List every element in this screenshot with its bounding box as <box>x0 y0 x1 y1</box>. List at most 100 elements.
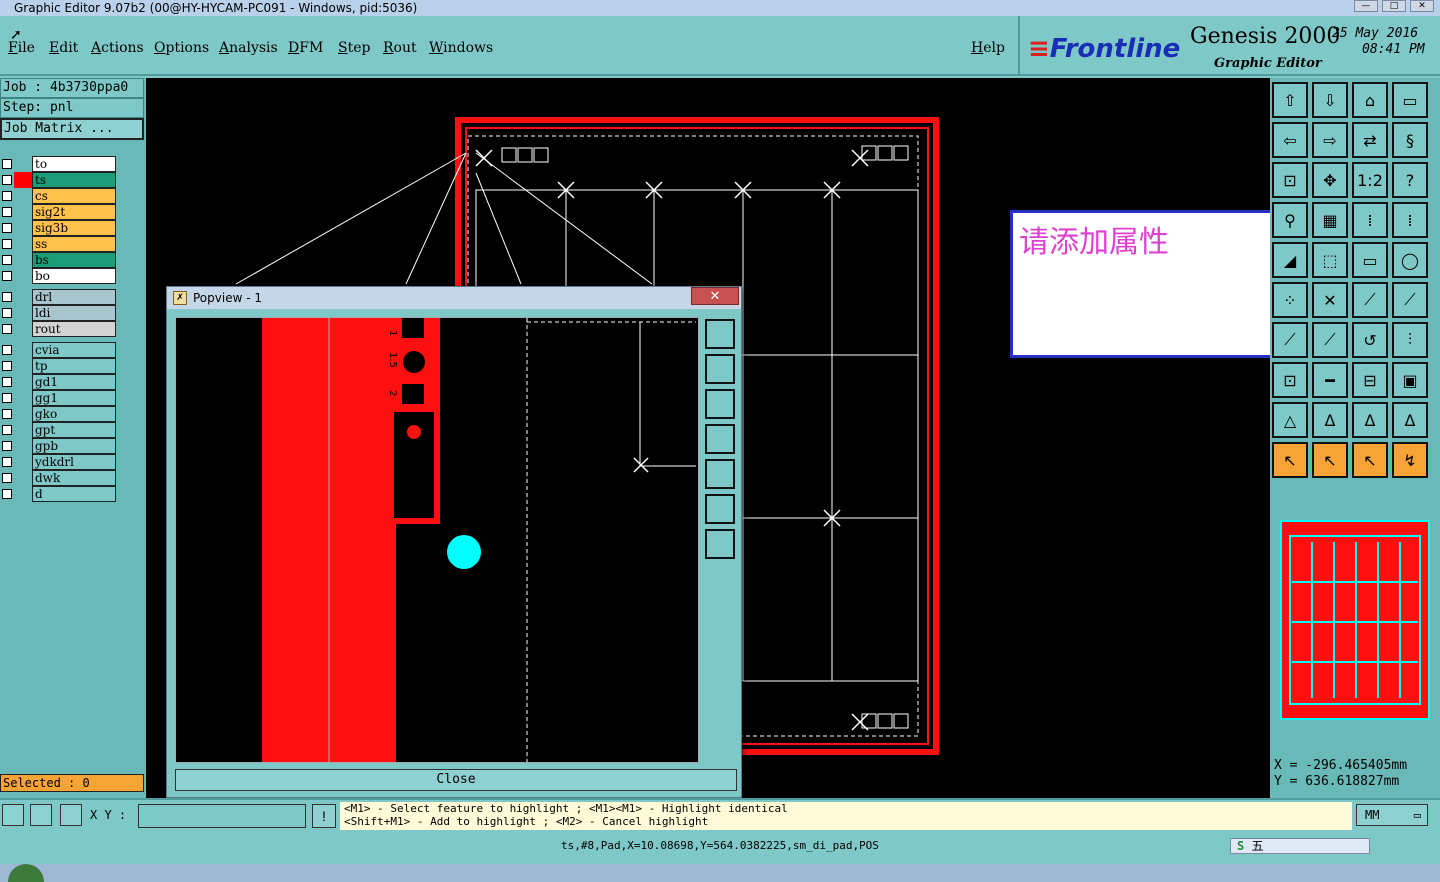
layer-color-box[interactable] <box>14 305 32 321</box>
layer-row-gko[interactable]: gko <box>0 406 118 422</box>
ff-icon[interactable]: ⫶ <box>1392 322 1428 358</box>
layer-checkbox[interactable] <box>2 377 12 387</box>
pop-zoom-out-icon[interactable] <box>705 494 735 524</box>
pointer-icon[interactable]: ↖ <box>1272 442 1308 478</box>
pan-left-icon[interactable]: ⇦ <box>1272 122 1308 158</box>
layer-color-box[interactable] <box>14 390 32 406</box>
minus-icon[interactable]: ━ <box>1312 362 1348 398</box>
layer-name[interactable]: tp <box>32 358 116 374</box>
layer-color-box[interactable] <box>14 358 32 374</box>
layer-name[interactable]: gg1 <box>32 390 116 406</box>
layer-row-gpb[interactable]: gpb <box>0 438 118 454</box>
layer-checkbox[interactable] <box>2 361 12 371</box>
xy-input[interactable] <box>138 804 306 828</box>
layer-color-box[interactable] <box>14 438 32 454</box>
pop-pan-left-icon[interactable] <box>705 424 735 454</box>
swap-icon[interactable]: ⇄ <box>1352 122 1388 158</box>
layer-color-box[interactable] <box>14 204 32 220</box>
triangle-icon[interactable]: Δ <box>1312 402 1348 438</box>
layer-color-box[interactable] <box>14 470 32 486</box>
layer-color-box[interactable] <box>14 172 32 188</box>
node-icon[interactable]: ⊡ <box>1272 362 1308 398</box>
start-button[interactable] <box>8 864 44 882</box>
layer-checkbox[interactable] <box>2 207 12 217</box>
select-box-icon[interactable]: ⬚ <box>1312 242 1348 278</box>
layer-name[interactable]: gpt <box>32 422 116 438</box>
layer-checkbox[interactable] <box>2 191 12 201</box>
layer-color-box[interactable] <box>14 252 32 268</box>
menu-analysis[interactable]: Analysis <box>219 40 278 56</box>
layer-row-gpt[interactable]: gpt <box>0 422 118 438</box>
menu-help[interactable]: Help <box>971 40 1005 56</box>
layer-checkbox[interactable] <box>2 324 12 334</box>
layer-name[interactable]: ss <box>32 236 116 252</box>
layer-color-box[interactable] <box>14 454 32 470</box>
squares-icon[interactable]: ▣ <box>1392 362 1428 398</box>
layer-row-ts[interactable]: ts <box>0 172 118 188</box>
layer-row-bo[interactable]: bo <box>0 268 118 284</box>
measure-icon[interactable] <box>30 804 52 826</box>
ime-toolbar[interactable]: S 五 <box>1230 838 1370 854</box>
layer-checkbox[interactable] <box>2 473 12 483</box>
layer-name[interactable]: gko <box>32 406 116 422</box>
layer-color-box[interactable] <box>14 422 32 438</box>
layer-checkbox[interactable] <box>2 489 12 499</box>
pop-zoom-in-icon[interactable] <box>705 529 735 559</box>
layer-checkbox[interactable] <box>2 441 12 451</box>
layer-color-box[interactable] <box>14 188 32 204</box>
snap-icon[interactable] <box>2 804 24 826</box>
layer-name[interactable]: cvia <box>32 342 116 358</box>
pointer-select-icon[interactable]: ↖ <box>1312 442 1348 478</box>
cross-icon[interactable]: ✕ <box>1312 282 1348 318</box>
layer-name[interactable]: bs <box>32 252 116 268</box>
menu-options[interactable]: Options <box>154 40 209 56</box>
menu-file[interactable]: File <box>8 40 35 56</box>
line-add-icon[interactable]: ⟋ <box>1272 322 1308 358</box>
layer-color-box[interactable] <box>14 220 32 236</box>
line-icon[interactable]: ⟋ <box>1312 322 1348 358</box>
layer-name[interactable]: cs <box>32 188 116 204</box>
layer-row-ss[interactable]: ss <box>0 236 118 252</box>
a-up-icon[interactable]: Δ <box>1392 402 1428 438</box>
s-shape-icon[interactable]: § <box>1392 122 1428 158</box>
pop-pan-right-icon[interactable] <box>705 459 735 489</box>
layer-color-box[interactable] <box>14 374 32 390</box>
panel-thumbnail[interactable] <box>1280 520 1430 720</box>
layer-name[interactable]: rout <box>32 321 116 337</box>
layer-row-gg1[interactable]: gg1 <box>0 390 118 406</box>
menu-dfm[interactable]: DFM <box>288 40 323 56</box>
pan-right-icon[interactable]: ⇨ <box>1312 122 1348 158</box>
layer-row-gd1[interactable]: gd1 <box>0 374 118 390</box>
drill-icon[interactable]: ⚲ <box>1272 202 1308 238</box>
layer-checkbox[interactable] <box>2 457 12 467</box>
layer-checkbox[interactable] <box>2 239 12 249</box>
layer-name[interactable]: sig3b <box>32 220 116 236</box>
menu-edit[interactable]: Edit <box>49 40 78 56</box>
layer-name[interactable]: gpb <box>32 438 116 454</box>
layer-name[interactable]: to <box>32 156 116 172</box>
menu-actions[interactable]: Actions <box>91 40 144 56</box>
layer-name[interactable]: bo <box>32 268 116 284</box>
layer-checkbox[interactable] <box>2 345 12 355</box>
layer-row-drl[interactable]: drl <box>0 289 118 305</box>
window-icon[interactable]: ▭ <box>1392 82 1428 118</box>
snap-point-icon[interactable]: ⁘ <box>1272 282 1308 318</box>
home-icon[interactable]: ⌂ <box>1352 82 1388 118</box>
layer-color-box[interactable] <box>14 236 32 252</box>
layer-link-icon[interactable]: ⁞ <box>1392 202 1428 238</box>
layer-color-box[interactable] <box>14 289 32 305</box>
layer-name[interactable]: ldi <box>32 305 116 321</box>
layer-checkbox[interactable] <box>2 292 12 302</box>
layer-row-to[interactable]: to <box>0 156 118 172</box>
frame-icon[interactable]: ⊟ <box>1352 362 1388 398</box>
layer-name[interactable]: dwk <box>32 470 116 486</box>
layer-name[interactable]: ydkdrl <box>32 454 116 470</box>
layer-row-d[interactable]: d <box>0 486 118 502</box>
layer-checkbox[interactable] <box>2 175 12 185</box>
pen-icon[interactable]: ◢ <box>1272 242 1308 278</box>
info-icon[interactable]: ! <box>312 804 336 828</box>
grid-icon[interactable] <box>60 804 82 826</box>
layer-checkbox[interactable] <box>2 409 12 419</box>
layer-checkbox[interactable] <box>2 159 12 169</box>
job-matrix-button[interactable]: Job Matrix ... <box>0 118 144 140</box>
